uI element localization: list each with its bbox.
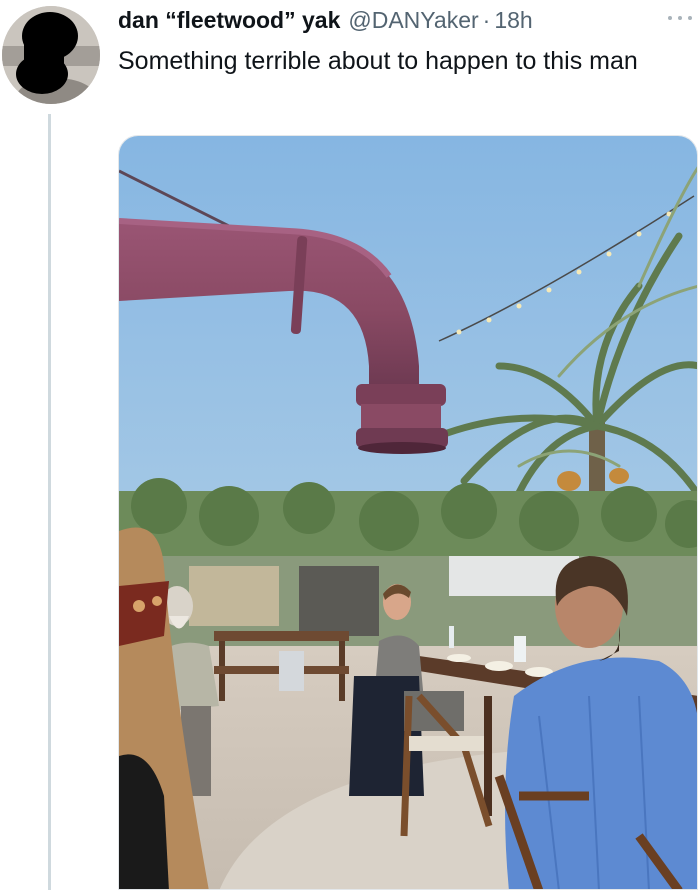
tweet[interactable]: dan “fleetwood” yak @DANYaker · 18h Some… (0, 0, 700, 890)
user-handle[interactable]: @DANYaker (348, 7, 478, 34)
more-dot (668, 16, 672, 20)
avatar[interactable] (2, 6, 100, 104)
photo-scene (119, 136, 697, 889)
tweet-text: Something terrible about to happen to th… (118, 47, 638, 75)
more-dot (688, 16, 692, 20)
tweet-photo[interactable] (118, 135, 698, 890)
separator-dot: · (482, 6, 491, 33)
thread-line (48, 114, 51, 890)
display-name[interactable]: dan “fleetwood” yak (118, 7, 340, 34)
more-icon[interactable] (668, 14, 692, 22)
tweet-header: dan “fleetwood” yak @DANYaker · 18h (118, 2, 533, 38)
more-dot (678, 16, 682, 20)
avatar-image (2, 6, 100, 104)
timestamp[interactable]: 18h (494, 7, 532, 34)
